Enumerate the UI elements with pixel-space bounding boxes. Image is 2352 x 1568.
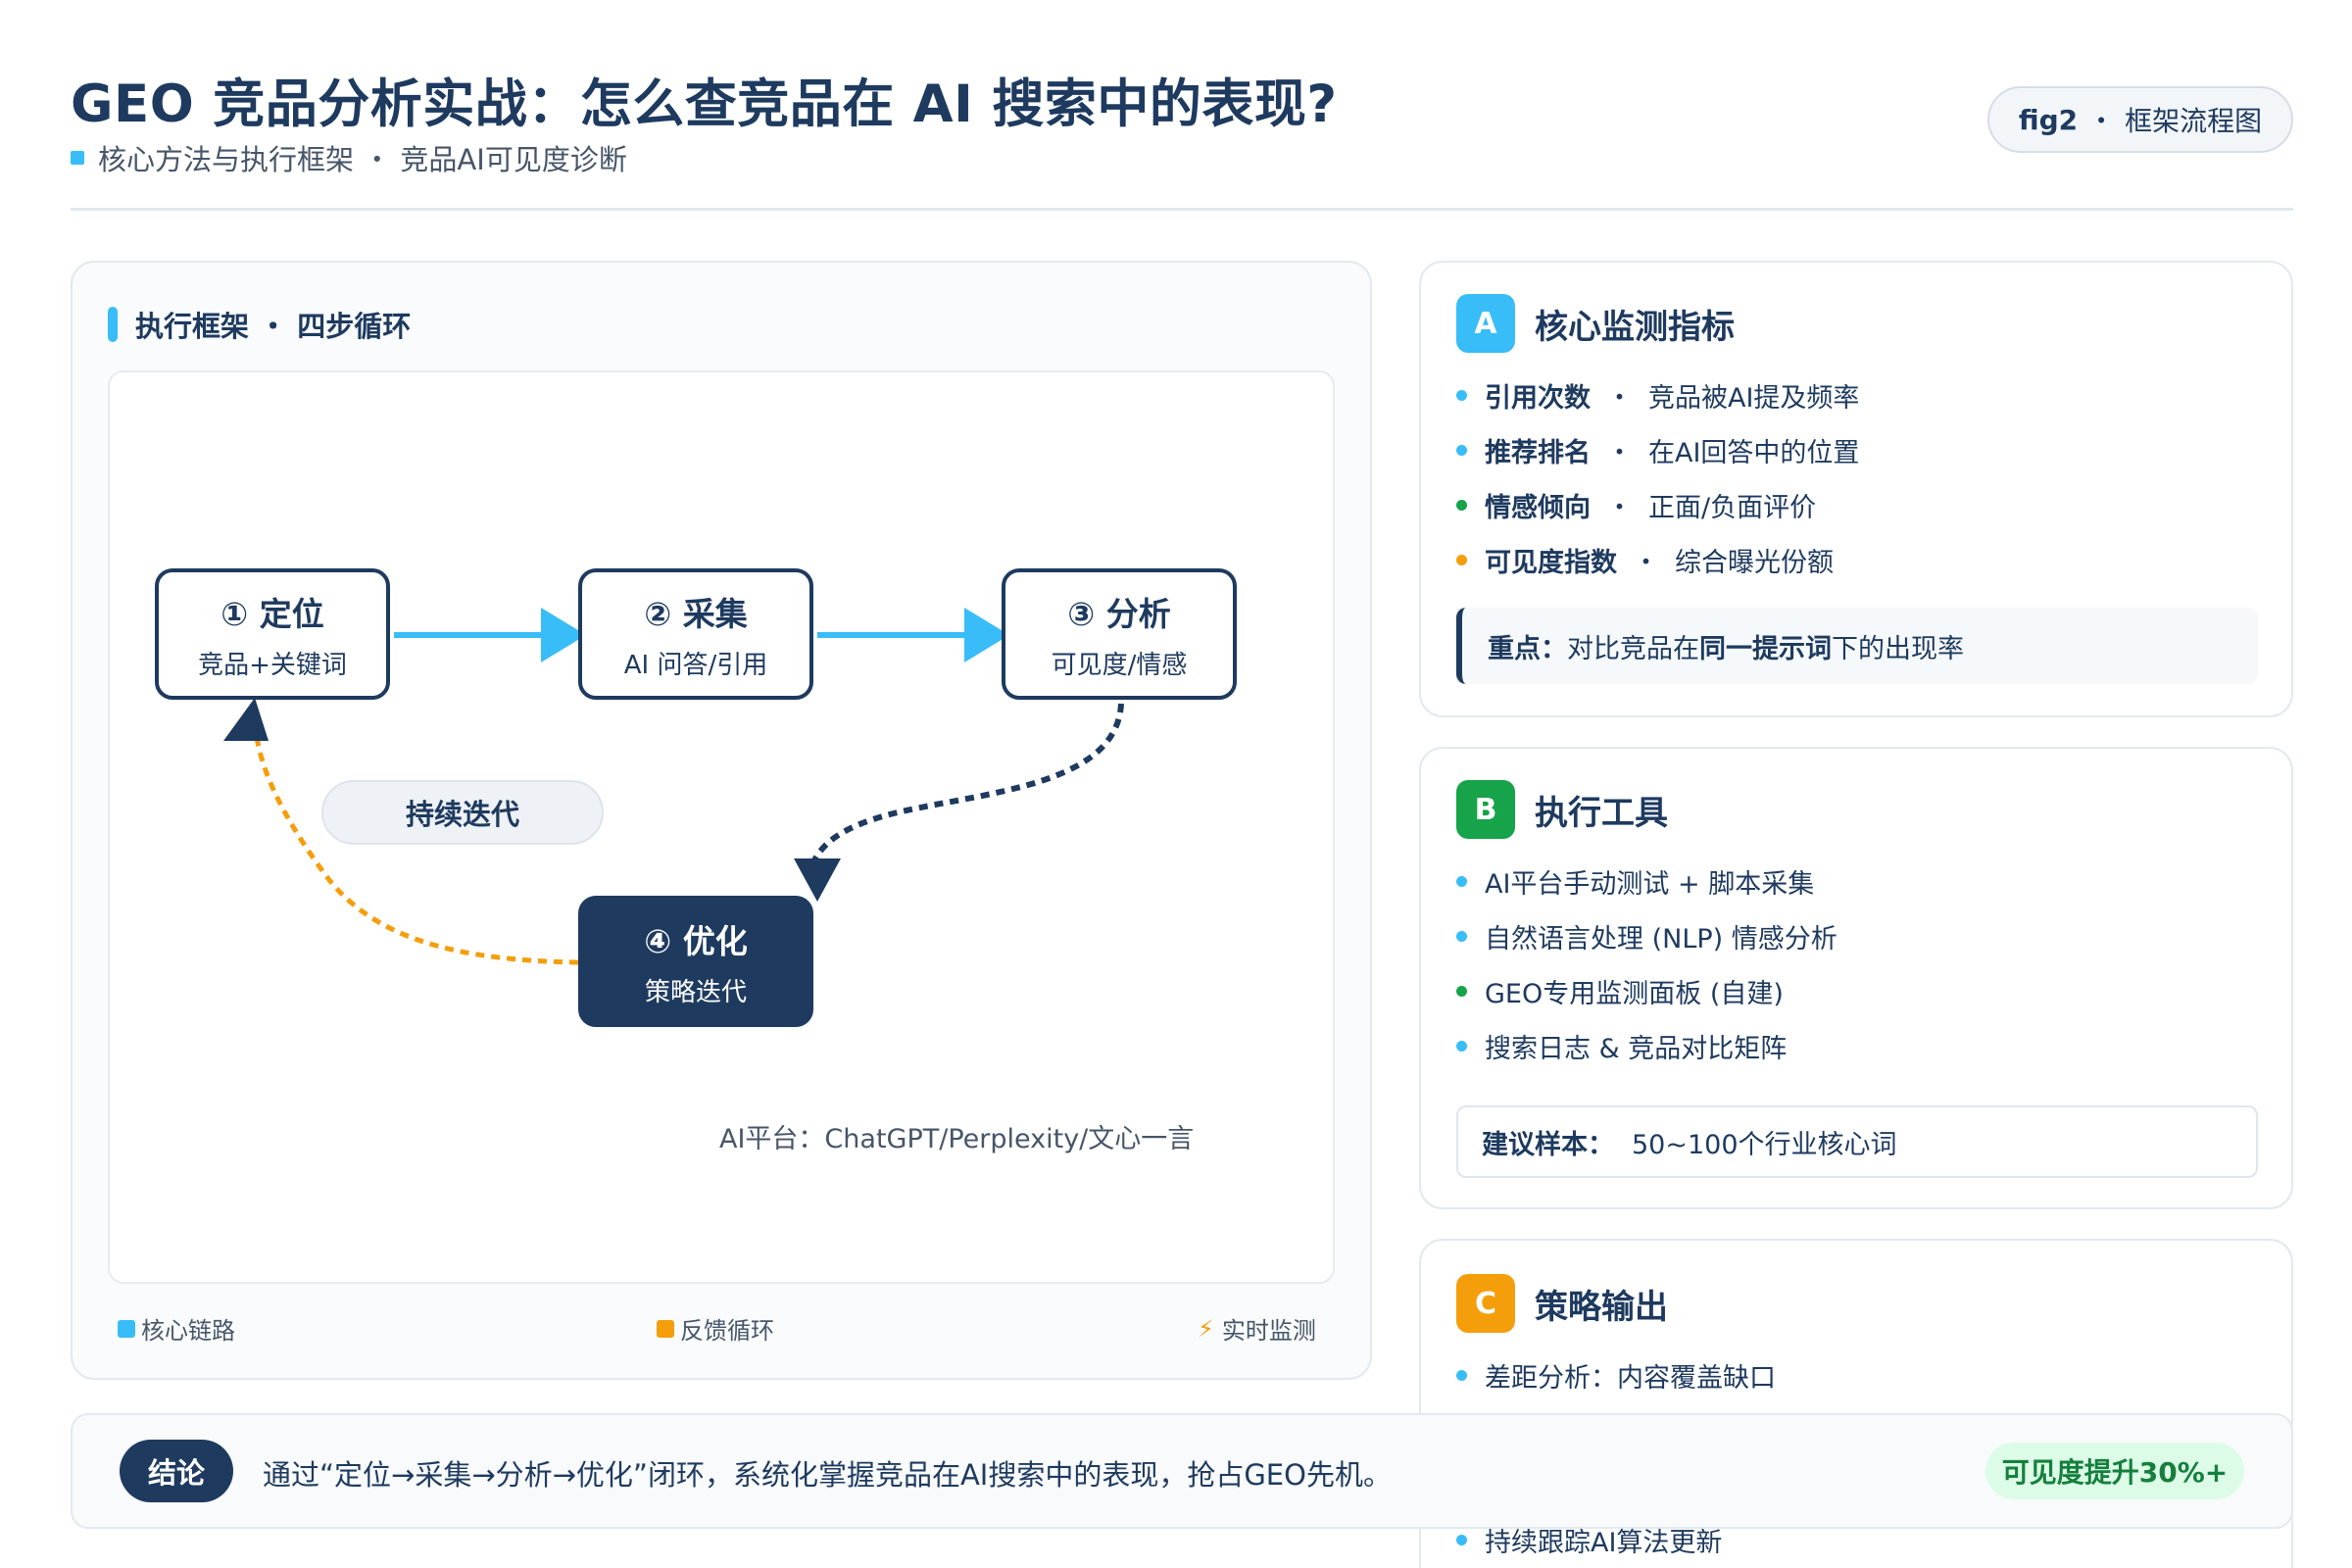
metric-desc: 在AI回答中的位置 xyxy=(1648,438,1860,468)
step-subtitle: 可见度/情感 xyxy=(1051,650,1188,680)
tool-item: GEO专用监测面板 (自建) xyxy=(1456,972,1784,1010)
tool-item: AI平台手动测试 + 脚本采集 xyxy=(1456,862,1814,901)
metric-desc: 竞品被AI提及频率 xyxy=(1648,383,1860,414)
step-subtitle: 策略迭代 xyxy=(644,977,747,1007)
metric-sep: ・ xyxy=(1633,548,1659,578)
metric-key: 引用次数 xyxy=(1485,383,1591,414)
bullet-dot xyxy=(1456,390,1467,401)
arrowhead-feedback xyxy=(223,698,269,741)
platform-note: AI平台：ChatGPT/Perplexity/文心一言 xyxy=(719,1124,1195,1154)
card-letter-b: B xyxy=(1456,780,1515,839)
conclusion-tag: 结论 xyxy=(120,1440,233,1502)
metric-sep: ・ xyxy=(1606,493,1633,523)
tool-text: AI平台手动测试 + 脚本采集 xyxy=(1485,869,1815,900)
bullet-dot xyxy=(1456,1535,1467,1545)
step-subtitle: AI 问答/引用 xyxy=(623,650,768,680)
metric-key: 可见度指数 xyxy=(1485,548,1617,578)
legend-feedback-label: 反馈循环 xyxy=(680,1317,774,1345)
metric-item: 情感倾向 ・ 正面/负面评价 xyxy=(1456,486,1816,524)
sample-label: 建议样本： xyxy=(1482,1129,1614,1160)
step-collect: ② 采集 AI 问答/引用 xyxy=(578,568,813,700)
metric-item: 推荐排名 ・ 在AI回答中的位置 xyxy=(1456,431,1859,469)
step-title: ② 采集 xyxy=(644,594,748,633)
conclusion-text: 通过“定位→采集→分析→优化”闭环，系统化掌握竞品在AI搜索中的表现，抢占GEO… xyxy=(263,1458,1392,1492)
card-strategy-header: C 策略输出 xyxy=(1456,1274,1668,1333)
tool-text: 自然语言处理 (NLP) 情感分析 xyxy=(1485,924,1838,955)
metric-sep: ・ xyxy=(1606,383,1633,414)
strategy-text: 差距分析：内容覆盖缺口 xyxy=(1485,1363,1776,1394)
tool-text: GEO专用监测面板 (自建) xyxy=(1485,979,1784,1009)
metrics-key-note: 重点： 对比竞品在 同一提示词 下的出现率 xyxy=(1456,608,2258,684)
arrow-3-to-4 xyxy=(808,703,1124,868)
metric-desc: 正面/负面评价 xyxy=(1648,493,1817,523)
iterate-pill: 持续迭代 xyxy=(321,780,604,845)
sample-value: 50~100个行业核心词 xyxy=(1632,1129,1897,1160)
tool-item: 搜索日志 & 竞品对比矩阵 xyxy=(1456,1027,1787,1065)
metric-item: 可见度指数 ・ 综合曝光份额 xyxy=(1456,541,1834,579)
arrowhead-3-to-4 xyxy=(794,858,841,902)
lightning-icon: ⚡ xyxy=(1198,1314,1214,1343)
sample-size-note: 建议样本： 50~100个行业核心词 xyxy=(1456,1105,2258,1178)
card-letter-c: C xyxy=(1456,1274,1515,1333)
bullet-dot xyxy=(1456,1041,1467,1052)
metric-desc: 综合曝光份额 xyxy=(1675,548,1834,578)
legend-core-swatch xyxy=(118,1319,135,1338)
step-title: ④ 优化 xyxy=(644,921,748,960)
step-subtitle: 竞品+关键词 xyxy=(198,650,347,680)
step-analyze: ③ 分析 可见度/情感 xyxy=(1002,568,1237,700)
strategy-item: 差距分析：内容覆盖缺口 xyxy=(1456,1356,1776,1395)
note-bold: 重点： xyxy=(1488,633,1567,664)
note-bold-highlight: 同一提示词 xyxy=(1699,633,1832,664)
legend-live: ⚡ 实时监测 xyxy=(1198,1311,1316,1346)
step-optimize: ④ 优化 策略迭代 xyxy=(578,896,813,1027)
note-text-end: 下的出现率 xyxy=(1832,633,1964,664)
legend-live-label: 实时监测 xyxy=(1221,1317,1316,1345)
card-metrics-title: 核心监测指标 xyxy=(1535,307,1735,347)
card-tools-header: B 执行工具 xyxy=(1456,780,1668,839)
bullet-dot xyxy=(1456,1370,1467,1381)
tool-text: 搜索日志 & 竞品对比矩阵 xyxy=(1485,1034,1788,1064)
legend-core: 核心链路 xyxy=(118,1311,235,1346)
feedback-arrow-4-to-1 xyxy=(254,736,579,965)
card-letter-a: A xyxy=(1456,294,1515,353)
step-title: ① 定位 xyxy=(220,594,324,633)
metric-item: 引用次数 ・ 竞品被AI提及频率 xyxy=(1456,376,1859,415)
bullet-dot xyxy=(1456,500,1467,511)
bullet-dot xyxy=(1456,931,1467,942)
bullet-dot xyxy=(1456,555,1467,565)
bullet-dot xyxy=(1456,986,1467,997)
step-title: ③ 分析 xyxy=(1067,594,1171,633)
legend-feedback: 反馈循环 xyxy=(657,1311,774,1346)
card-strategy-title: 策略输出 xyxy=(1535,1287,1668,1327)
step-locate: ① 定位 竞品+关键词 xyxy=(155,568,390,700)
metric-key: 情感倾向 xyxy=(1485,493,1591,523)
note-text: 对比竞品在 xyxy=(1567,633,1699,664)
conclusion-badge: 可见度提升30%+ xyxy=(1985,1443,2244,1499)
metric-sep: ・ xyxy=(1606,438,1633,468)
card-metrics-header: A 核心监测指标 xyxy=(1456,294,1735,353)
tool-item: 自然语言处理 (NLP) 情感分析 xyxy=(1456,917,1838,956)
legend-feedback-swatch xyxy=(657,1319,674,1338)
bullet-dot xyxy=(1456,445,1467,456)
legend-core-label: 核心链路 xyxy=(141,1317,235,1345)
bullet-dot xyxy=(1456,876,1467,887)
metric-key: 推荐排名 xyxy=(1485,438,1591,468)
card-tools-title: 执行工具 xyxy=(1535,793,1668,833)
